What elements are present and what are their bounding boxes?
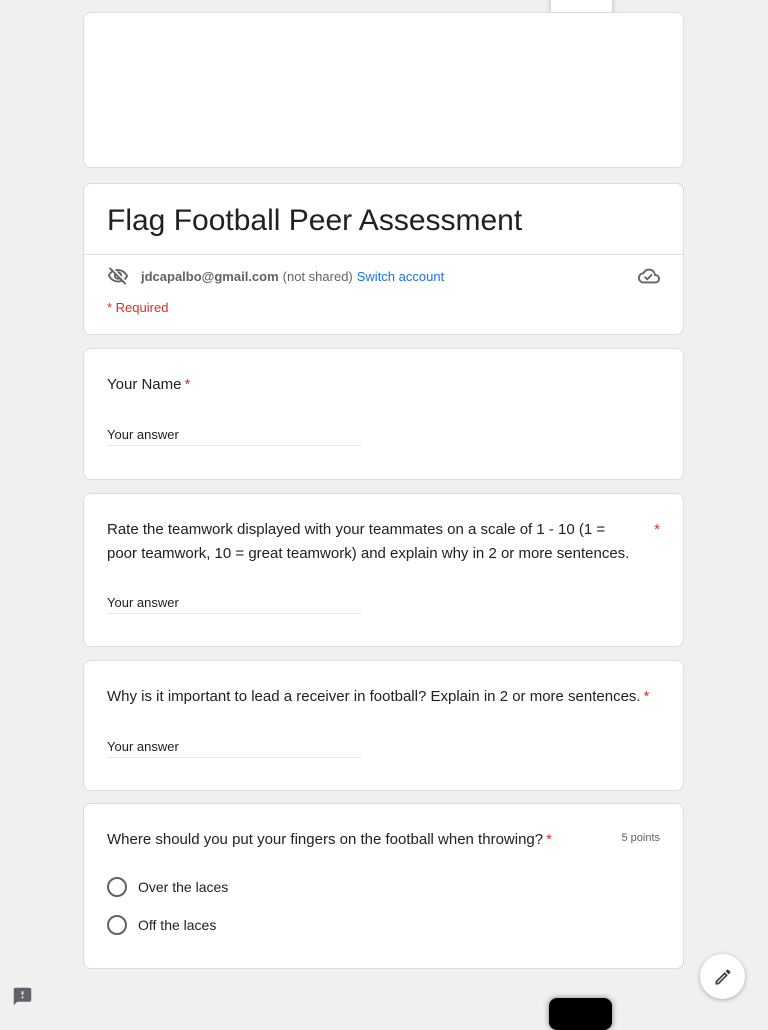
teamwork-answer-input[interactable]: [107, 591, 362, 614]
question-title: Your Name *: [107, 373, 639, 397]
question-text: Where should you put your fingers on the…: [107, 831, 544, 848]
question-card-name: Your Name *: [83, 348, 684, 480]
header-divider: [84, 254, 683, 255]
bottom-floating-panel: [549, 998, 612, 1030]
edit-button[interactable]: [700, 954, 745, 999]
option-label: Off the laces: [138, 917, 217, 933]
lead-receiver-answer-input[interactable]: [107, 735, 362, 758]
question-card-finger-placement: Where should you put your fingers on the…: [83, 803, 684, 969]
question-text: Why is it important to lead a receiver i…: [107, 688, 641, 705]
option-off-the-laces[interactable]: Off the laces: [107, 914, 216, 936]
question-title: Where should you put your fingers on the…: [107, 828, 563, 852]
required-asterisk: *: [184, 376, 191, 393]
question-text: Rate the teamwork displayed with your te…: [107, 521, 630, 562]
switch-account-link[interactable]: Switch account: [357, 269, 444, 284]
feedback-icon[interactable]: [12, 986, 33, 1007]
cloud-done-icon: [638, 265, 660, 287]
question-text: Your Name: [107, 376, 182, 393]
option-label: Over the laces: [138, 879, 229, 895]
required-asterisk: *: [643, 688, 650, 705]
radio-button[interactable]: [107, 877, 127, 897]
required-asterisk: *: [654, 521, 660, 538]
required-asterisk: *: [546, 831, 552, 848]
option-over-the-laces[interactable]: Over the laces: [107, 876, 228, 898]
question-card-teamwork: Rate the teamwork displayed with your te…: [83, 493, 684, 647]
name-answer-input[interactable]: [107, 423, 362, 446]
points-label: 5 points: [621, 832, 660, 844]
account-email: jdcapalbo@gmail.com: [141, 268, 279, 284]
pencil-icon: [715, 969, 731, 984]
visibility-off-icon: [107, 265, 129, 287]
question-title: Rate the teamwork displayed with your te…: [107, 518, 639, 566]
form-banner-card: [83, 12, 684, 168]
question-card-lead-receiver: Why is it important to lead a receiver i…: [83, 660, 684, 791]
account-share-status: (not shared): [282, 268, 353, 284]
form-header-card: Flag Football Peer Assessment jdcapalbo@…: [83, 183, 684, 335]
required-note: * Required: [107, 300, 169, 315]
account-row: jdcapalbo@gmail.com (not shared) Switch …: [107, 265, 660, 287]
form-title: Flag Football Peer Assessment: [107, 204, 523, 237]
radio-button[interactable]: [107, 915, 127, 935]
question-title: Why is it important to lead a receiver i…: [107, 685, 653, 709]
